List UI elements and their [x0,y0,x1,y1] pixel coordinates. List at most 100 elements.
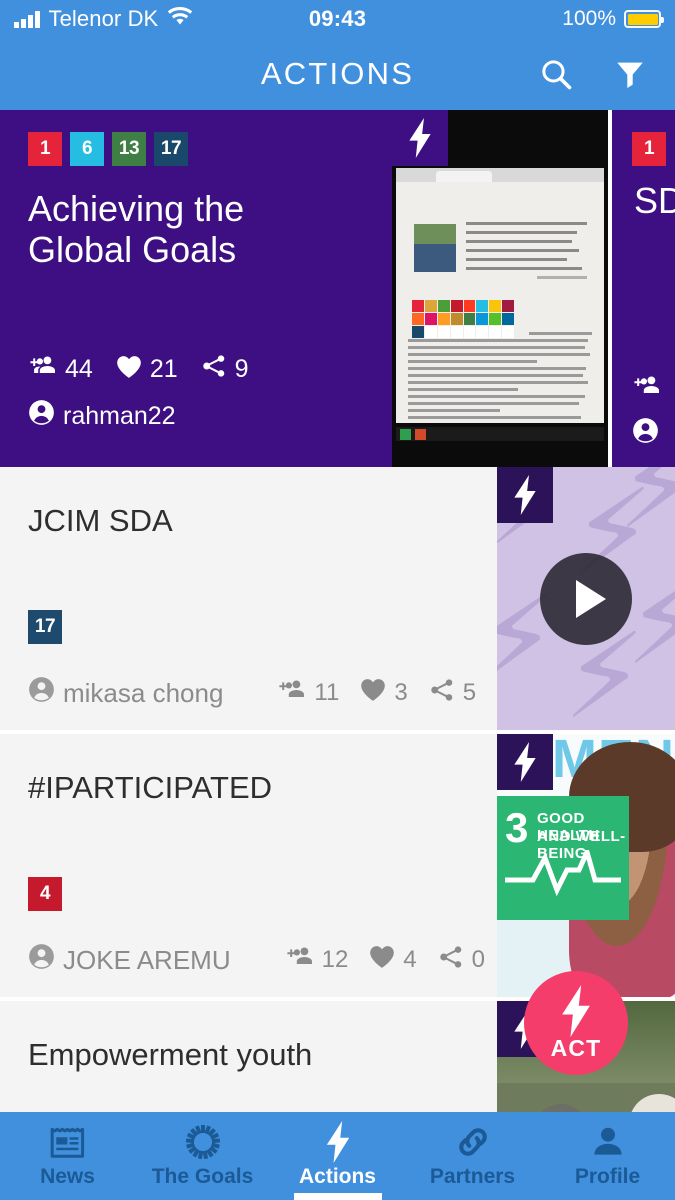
sdg-badge-row: 4 [28,877,62,911]
sdg-badge[interactable]: 17 [154,132,188,166]
bottom-navigation[interactable]: News The Goals Actions Partners Profile [0,1112,675,1200]
featured-card-next[interactable]: 1 SD [608,110,675,467]
sdg-badge[interactable]: 17 [28,610,62,644]
battery-percent-label: 100% [562,7,616,30]
list-item-body: JCIM SDA 17 mikasa chong 11 3 5 [28,467,476,730]
carrier-label: Telenor DK [48,6,159,31]
newspaper-icon [49,1123,87,1161]
sdg-badge[interactable]: 4 [28,877,62,911]
status-bar-right: 100% [562,7,664,31]
act-fab-button[interactable]: ACT [524,971,628,1075]
ecg-line-icon [505,850,621,896]
nav-label-partners: Partners [429,1165,516,1188]
sdg-badge[interactable]: 6 [70,132,104,166]
featured-title-line-1: Achieving the [28,188,245,229]
featured-author-name: rahman22 [63,401,176,430]
share-count: 9 [234,355,249,383]
heart-icon [359,677,387,709]
lightning-bolt-icon [514,742,536,782]
featured-card-body: 1 6 13 17 Achieving the Global Goals 44 [28,132,380,449]
like-stat[interactable]: 4 [368,944,417,976]
action-bolt-badge [392,110,448,166]
list-item-title: JCIM SDA [28,503,173,538]
action-bolt-badge [497,734,553,790]
like-stat[interactable]: 3 [359,677,408,709]
add-people-icon [28,354,58,385]
battery-full-icon [624,10,664,28]
list-item[interactable]: #IPARTICIPATED 4 JOKE AREMU 12 4 0 3 GOO… [0,734,675,1001]
list-item-stats: 12 4 0 [285,944,485,977]
play-icon[interactable] [540,552,632,645]
heart-icon [115,354,143,386]
like-stat[interactable]: 21 [115,354,178,386]
page-title: ACTIONS [260,56,415,91]
featured-next-title: SD [634,180,675,221]
join-count: 11 [314,679,340,706]
status-bar-left: Telenor DK [14,6,193,32]
list-item-body: #IPARTICIPATED 4 JOKE AREMU 12 4 0 [28,734,485,997]
featured-author[interactable]: rahman22 [28,399,249,433]
list-item-author[interactable]: mikasa chong [28,676,223,710]
signal-bars-icon [14,10,40,28]
account-circle-icon [28,943,55,977]
link-chain-icon [454,1123,492,1161]
share-stat[interactable]: 5 [428,677,476,710]
account-circle-icon [28,676,55,710]
sdg-wheel-icon [184,1123,222,1161]
search-icon[interactable] [535,53,577,95]
list-item-title: Empowerment youth [28,1037,313,1072]
sdg-badge[interactable]: 1 [28,132,62,166]
list-item-title: #IPARTICIPATED [28,770,273,805]
account-circle-icon [28,399,55,433]
add-people-icon [277,678,307,709]
share-stat[interactable]: 0 [437,944,485,977]
like-count: 4 [403,946,417,973]
join-count: 44 [65,355,93,383]
wifi-icon [167,6,193,31]
featured-card-footer: 44 21 9 rahman22 [28,353,249,433]
nav-item-news[interactable]: News [0,1112,135,1200]
like-count: 21 [149,355,178,383]
featured-stats-row: 44 21 9 [28,353,249,386]
list-item-body: Empowerment youth [28,1001,475,1112]
share-count: 5 [462,679,477,706]
nav-item-partners[interactable]: Partners [405,1112,540,1200]
act-fab-label: ACT [550,1034,602,1061]
featured-title-line-2: Global Goals [28,229,237,270]
heart-icon [368,944,396,976]
featured-card[interactable]: 1 6 13 17 Achieving the Global Goals 44 [0,110,608,467]
app-bar: ACTIONS [0,38,675,110]
list-item-stats: 11 3 5 [277,677,476,710]
list-item[interactable]: JCIM SDA 17 mikasa chong 11 3 5 ⚡ ⚡ [0,467,675,734]
lightning-bolt-icon [409,118,431,158]
join-stat[interactable]: 44 [28,354,93,385]
like-count: 3 [394,679,408,706]
share-icon [437,944,465,977]
nav-item-actions[interactable]: Actions [270,1112,405,1200]
account-circle-icon [632,417,659,449]
nav-label-the-goals: The Goals [151,1165,254,1188]
add-people-icon [285,945,315,976]
nav-item-profile[interactable]: Profile [540,1112,675,1200]
nav-label-actions: Actions [298,1165,376,1188]
join-stat[interactable]: 11 [277,678,339,709]
lightning-bolt-icon [514,475,536,515]
add-people-icon [632,374,662,403]
app-bar-actions [535,38,651,110]
list-item-thumbnail[interactable]: PMEN 3 GOOD HEALTH AND WELL-BEING [497,734,675,997]
list-item-author[interactable]: JOKE AREMU [28,943,231,977]
list-item-thumbnail[interactable]: ⚡ ⚡ ⚡ ⚡ ⚡ ⚡ [497,467,675,730]
join-stat[interactable]: 12 [285,945,349,976]
nav-item-the-goals[interactable]: The Goals [135,1112,270,1200]
sdg-badge[interactable]: 1 [632,132,666,166]
sdg-badge-row: 1 6 13 17 [28,132,380,166]
featured-carousel[interactable]: 1 6 13 17 Achieving the Global Goals 44 [0,110,675,467]
featured-thumbnail[interactable] [392,110,608,467]
sdg-badge[interactable]: 13 [112,132,146,166]
action-bolt-badge [497,467,553,523]
status-bar: Telenor DK 09:43 100% [0,0,675,38]
share-stat[interactable]: 9 [200,353,249,386]
lightning-bolt-icon [323,1121,353,1163]
join-count: 12 [321,946,349,973]
filter-icon[interactable] [609,53,651,95]
